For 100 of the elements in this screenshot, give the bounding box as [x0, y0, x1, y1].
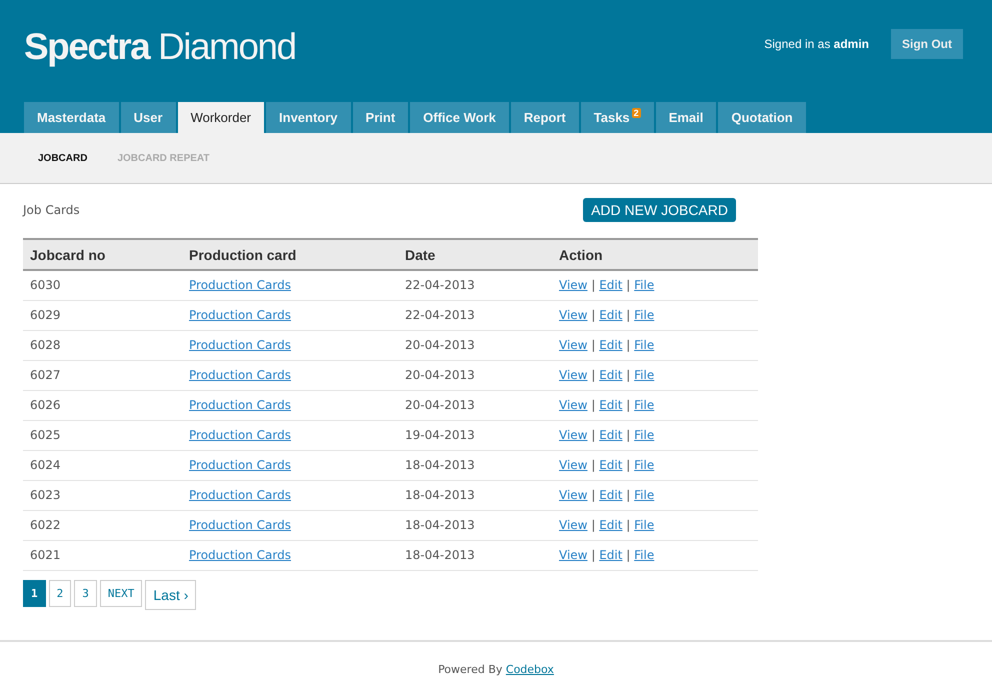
production-cards-link[interactable]: Production Cards	[189, 518, 291, 532]
action-link[interactable]: File	[634, 458, 654, 472]
table-cell: 6025	[23, 420, 182, 450]
sign-out-button[interactable]: Sign Out	[891, 29, 963, 59]
separator-text: |	[626, 518, 630, 532]
action-link[interactable]: File	[634, 428, 654, 442]
column-header: Date	[398, 239, 552, 270]
separator-text: |	[591, 368, 596, 382]
production-cards-link[interactable]: Production Cards	[189, 308, 291, 322]
action-link[interactable]: View	[559, 398, 588, 412]
action-link[interactable]: View	[559, 518, 588, 532]
table-cell: 6027	[23, 360, 182, 390]
page-button[interactable]: 1	[23, 580, 46, 606]
page-button[interactable]: 2	[48, 580, 72, 606]
nav-tab[interactable]: Report	[510, 102, 579, 133]
action-link[interactable]: View	[559, 488, 588, 502]
column-header: Jobcard no	[23, 239, 182, 270]
action-link[interactable]: Edit	[599, 488, 622, 502]
production-cards-link[interactable]: Production Cards	[189, 548, 291, 562]
separator-text: |	[626, 548, 630, 562]
action-link[interactable]: File	[634, 548, 654, 562]
separator-text: |	[626, 398, 630, 412]
production-cards-link[interactable]: Production Cards	[189, 338, 291, 352]
action-link[interactable]: Edit	[599, 368, 622, 382]
separator-text: |	[591, 308, 596, 322]
table-cell: 6030	[23, 270, 182, 300]
page-button[interactable]: 3	[74, 580, 97, 606]
add-jobcard-button[interactable]: ADD NEW JOBCARD	[583, 198, 736, 222]
action-link[interactable]: Edit	[599, 428, 622, 442]
table-cell: 6021	[23, 540, 182, 570]
nav-tab[interactable]: Email	[656, 102, 716, 133]
page-button[interactable]: Last ›	[145, 580, 196, 610]
production-cards-link[interactable]: Production Cards	[189, 488, 291, 502]
separator-text: |	[591, 278, 596, 292]
table-cell: 20-04-2013	[398, 390, 552, 420]
action-link[interactable]: File	[634, 518, 654, 532]
nav-tab[interactable]: Inventory	[266, 102, 351, 133]
separator-text: |	[626, 308, 630, 322]
action-link[interactable]: File	[634, 488, 654, 502]
action-link[interactable]: View	[559, 458, 588, 472]
action-link[interactable]: View	[559, 428, 588, 442]
table-cell: 18-04-2013	[398, 450, 552, 480]
action-link[interactable]: File	[634, 308, 654, 322]
separator-text: |	[591, 518, 596, 532]
column-header: Production card	[182, 239, 398, 270]
nav-tab[interactable]: Print	[352, 102, 408, 133]
production-cards-link[interactable]: Production Cards	[189, 428, 291, 442]
table-cell: 20-04-2013	[398, 330, 552, 360]
table-cell: 22-04-2013	[398, 300, 552, 330]
table-cell: 19-04-2013	[398, 420, 552, 450]
table-cell: 6028	[23, 330, 182, 360]
separator-text: |	[626, 278, 630, 292]
nav-tab[interactable]: Tasks $^{2}$	[580, 102, 654, 133]
production-cards-link[interactable]: Production Cards	[189, 278, 291, 292]
footer-link[interactable]: Codebox	[506, 662, 554, 676]
separator-text: |	[591, 428, 596, 442]
nav-tab[interactable]: Quotation	[718, 102, 806, 133]
nav-tab[interactable]: Masterdata	[24, 102, 119, 133]
logo-text: Spectra Diamond	[24, 25, 296, 70]
action-link[interactable]: Edit	[599, 278, 622, 292]
action-link[interactable]: View	[559, 548, 588, 562]
action-link[interactable]: Edit	[599, 308, 622, 322]
table-cell: 6026	[23, 390, 182, 420]
production-cards-link[interactable]: Production Cards	[189, 368, 291, 382]
separator-text: |	[591, 398, 596, 412]
nav-tab[interactable]: Workorder	[178, 102, 264, 133]
column-header: Action	[552, 239, 758, 270]
action-link[interactable]: View	[559, 368, 588, 382]
production-cards-link[interactable]: Production Cards	[189, 398, 291, 412]
action-link[interactable]: View	[559, 278, 588, 292]
action-link[interactable]: File	[634, 398, 654, 412]
separator-text: |	[626, 488, 630, 502]
table-cell: 6022	[23, 510, 182, 540]
table-cell: 18-04-2013	[398, 480, 552, 510]
action-link[interactable]: View	[559, 308, 588, 322]
signed-in-text: Signed in as admin	[764, 36, 869, 53]
footer-text: Powered By	[438, 662, 502, 676]
action-link[interactable]: Edit	[599, 518, 622, 532]
action-link[interactable]: File	[634, 368, 654, 382]
nav-tab[interactable]: User	[120, 102, 176, 133]
action-link[interactable]: View	[559, 338, 588, 352]
separator-text: |	[626, 428, 630, 442]
nav-tab[interactable]: Office Work	[410, 102, 509, 133]
separator-text: |	[591, 548, 596, 562]
action-link[interactable]: Edit	[599, 338, 622, 352]
production-cards-link[interactable]: Production Cards	[189, 458, 291, 472]
separator-text: |	[591, 488, 596, 502]
action-link[interactable]: File	[634, 278, 654, 292]
sub-tab[interactable]: JOBCARD	[38, 152, 88, 164]
count-badge: 2	[632, 108, 641, 118]
table-cell: 20-04-2013	[398, 360, 552, 390]
table-cell: 6023	[23, 480, 182, 510]
table-cell: 18-04-2013	[398, 540, 552, 570]
action-link[interactable]: Edit	[599, 548, 622, 562]
action-link[interactable]: Edit	[599, 458, 622, 472]
page-button[interactable]: NEXT	[100, 580, 142, 606]
action-link[interactable]: Edit	[599, 398, 622, 412]
table-cell: 18-04-2013	[398, 510, 552, 540]
table-cell: 6024	[23, 450, 182, 480]
action-link[interactable]: File	[634, 338, 654, 352]
